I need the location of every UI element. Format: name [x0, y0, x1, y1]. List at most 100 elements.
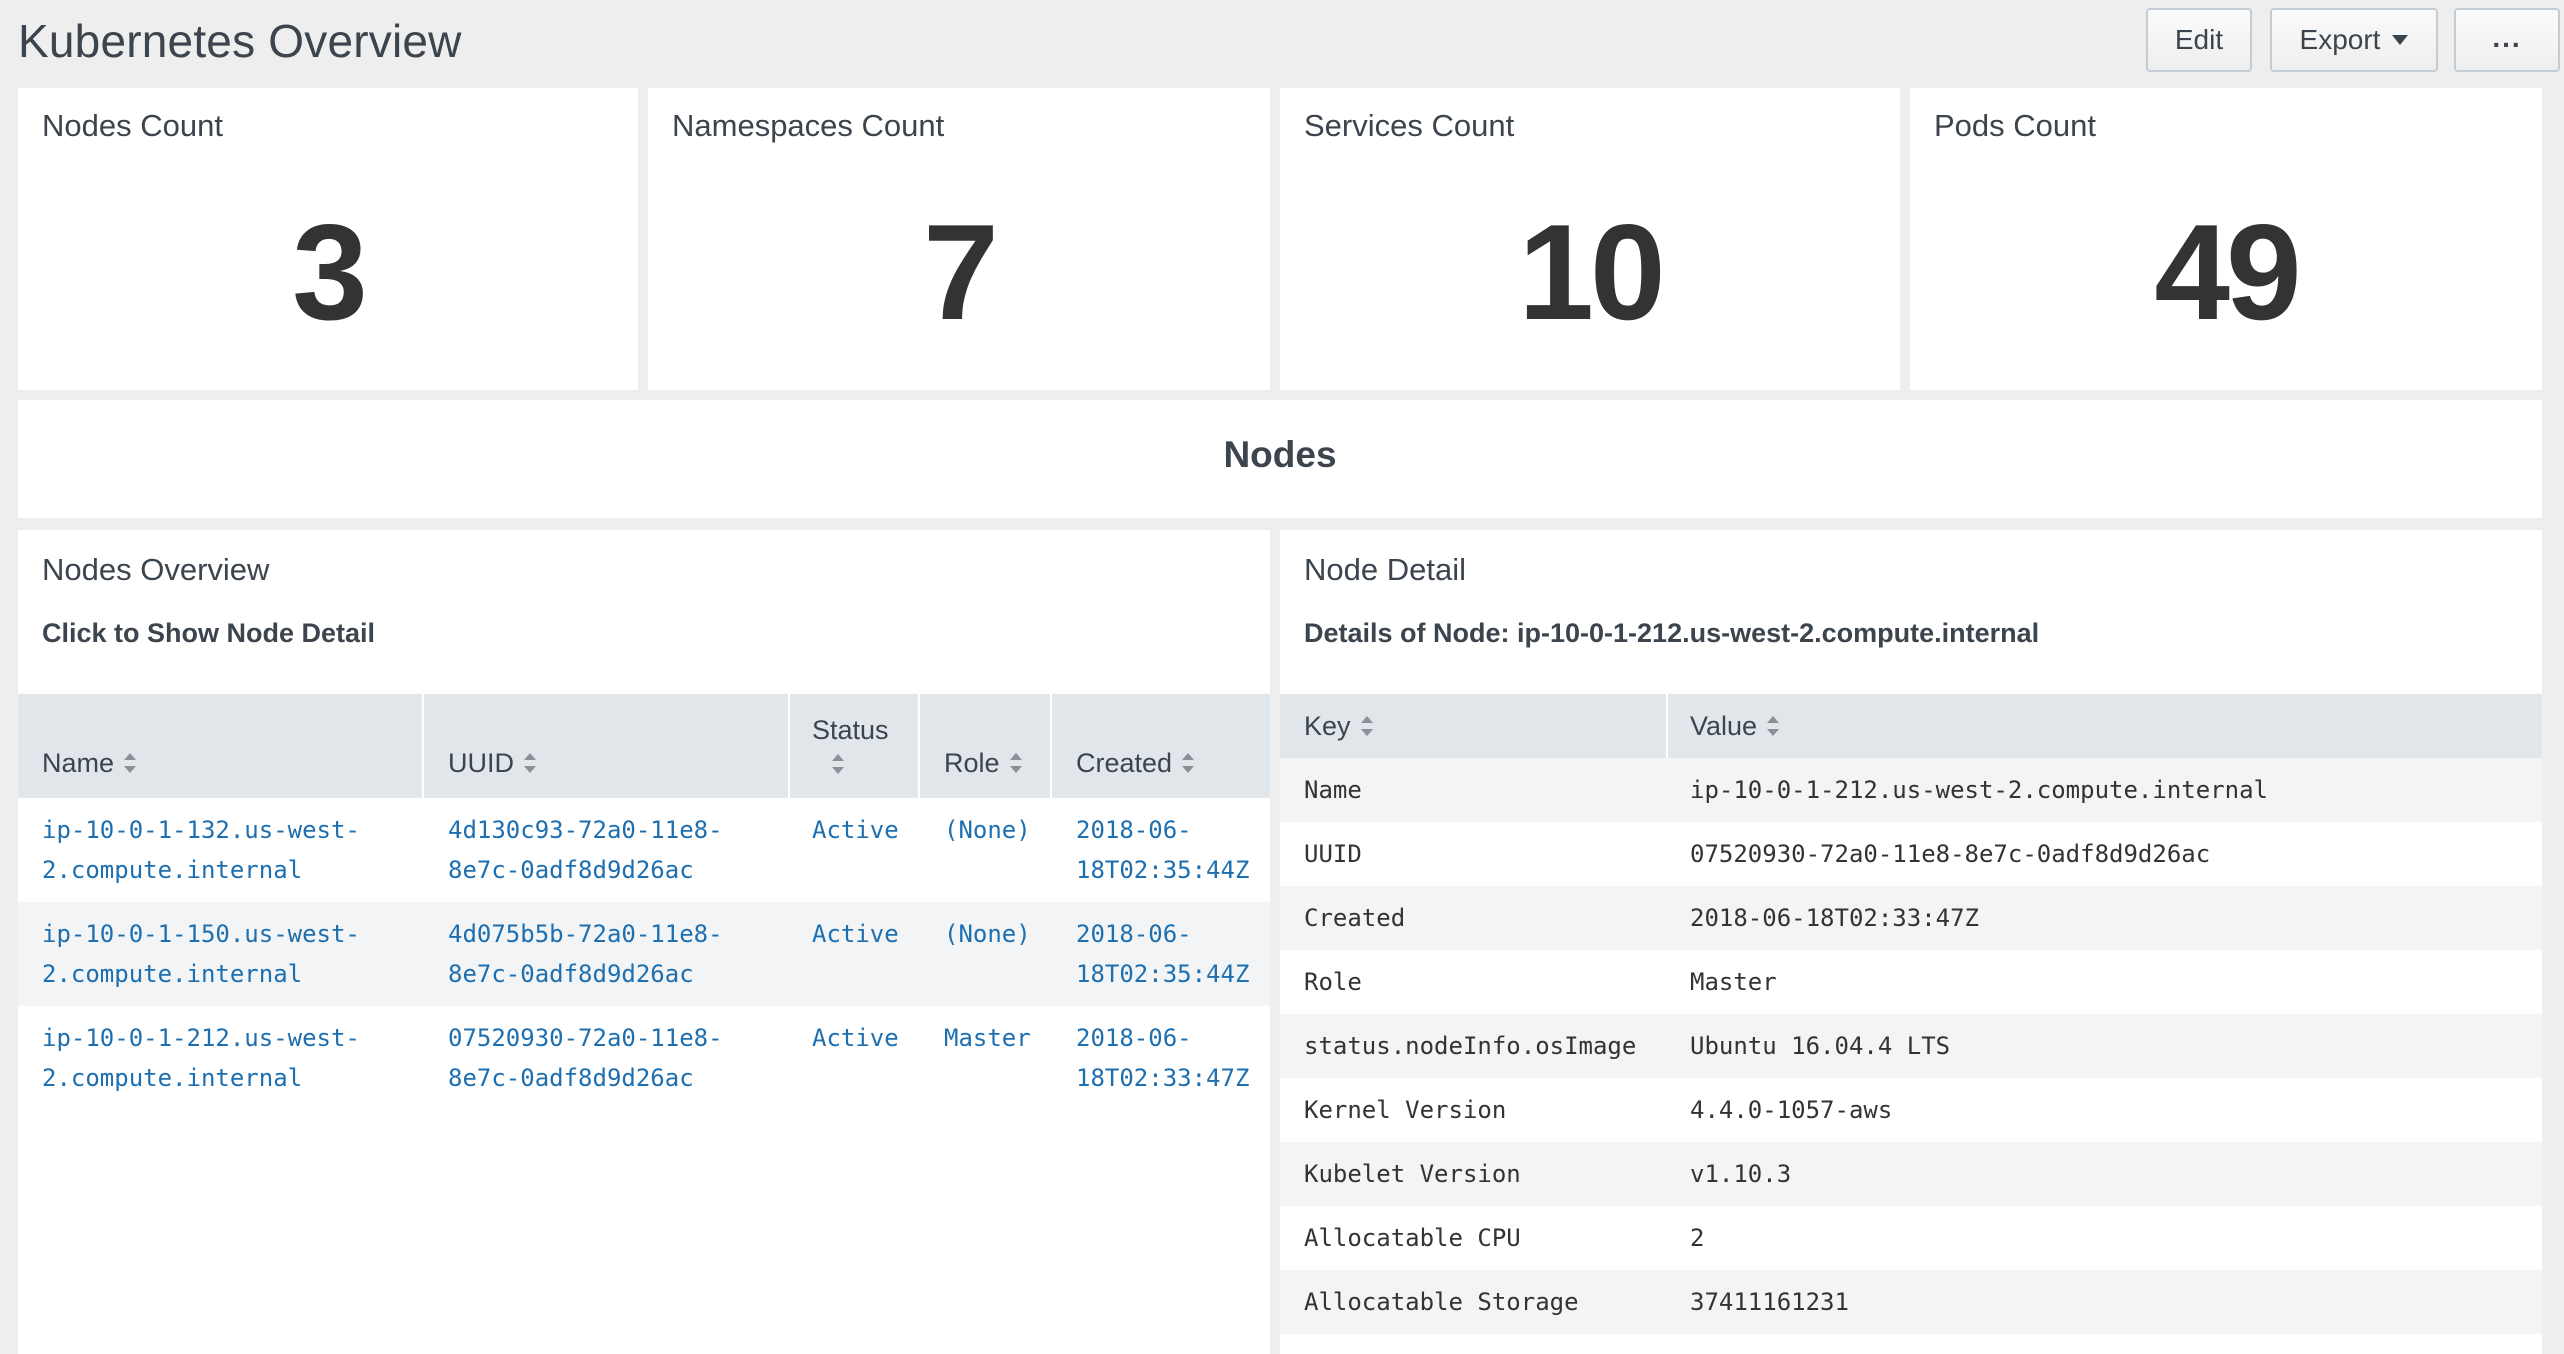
column-header-label: Value [1690, 710, 1758, 741]
column-header-status[interactable]: Status [812, 702, 889, 786]
value-cell: Master [1690, 968, 1777, 996]
single-value[interactable]: 7 [648, 204, 1270, 340]
node-created-cell[interactable]: 2018-06- 18T02:33:47Z [1076, 1018, 1249, 1098]
panel-title: Namespaces Count [672, 108, 945, 143]
value-cell: 4.4.0-1057-aws [1690, 1096, 1893, 1124]
panel-title: Node Detail [1304, 552, 1466, 587]
value-cell: Ubuntu 16.04.4 LTS [1690, 1032, 1951, 1060]
table-row: Kernel Version 4.4.0-1057-aws [1280, 1078, 2542, 1142]
panel-title: Services Count [1304, 108, 1515, 143]
table-row: status.nodeInfo.osImage Ubuntu 16.04.4 L… [1280, 1014, 2542, 1078]
sort-icon [832, 753, 844, 774]
node-uuid-link[interactable]: 07520930-72a0-11e8- 8e7c-0adf8d9d26ac [448, 1018, 723, 1098]
node-uuid-link[interactable]: 4d130c93-72a0-11e8- 8e7c-0adf8d9d26ac [448, 810, 723, 890]
node-detail-panel: Node Detail Details of Node: ip-10-0-1-2… [1280, 530, 2542, 1354]
table-row: Role Master [1280, 950, 2542, 1014]
edit-button[interactable]: Edit [2146, 8, 2252, 72]
panel-subtitle: Details of Node: ip-10-0-1-212.us-west-2… [1304, 618, 2040, 648]
table-row: Kubelet Version v1.10.3 [1280, 1142, 2542, 1206]
nodes-overview-panel: Nodes Overview Click to Show Node Detail… [18, 530, 1270, 1354]
value-cell: 2 [1690, 1224, 1705, 1252]
table-header: Name UUID Status Role Created [18, 694, 1270, 798]
node-uuid-link[interactable]: 4d075b5b-72a0-11e8- 8e7c-0adf8d9d26ac [448, 914, 723, 994]
column-divider [1050, 694, 1052, 798]
nodes-count-panel: Nodes Count 3 [18, 88, 638, 390]
panel-title: Nodes Count [42, 108, 223, 143]
column-header-label: Created [1076, 747, 1173, 778]
dashboard: Kubernetes Overview Edit Export ... Node… [0, 0, 2564, 1354]
caret-down-icon [2392, 35, 2409, 45]
column-header-key[interactable]: Key [1304, 694, 1373, 758]
column-divider [1666, 694, 1668, 758]
column-header-label: Status [812, 714, 889, 745]
export-button-label: Export [2299, 24, 2381, 55]
table-row[interactable]: ip-10-0-1-132.us-west- 2.compute.internal… [18, 798, 1270, 902]
node-name-link[interactable]: ip-10-0-1-150.us-west- 2.compute.internal [42, 914, 360, 994]
key-cell: Kubelet Version [1304, 1160, 1521, 1188]
value-cell: 07520930-72a0-11e8-8e7c-0adf8d9d26ac [1690, 840, 2211, 868]
services-count-panel: Services Count 10 [1280, 88, 1900, 390]
value-cell: v1.10.3 [1690, 1160, 1792, 1188]
table-row: UUID 07520930-72a0-11e8-8e7c-0adf8d9d26a… [1280, 822, 2542, 886]
column-header-label: Key [1304, 710, 1351, 741]
node-created-cell[interactable]: 2018-06- 18T02:35:44Z [1076, 810, 1249, 890]
table-row: Created 2018-06-18T02:33:47Z [1280, 886, 2542, 950]
value-cell: ip-10-0-1-212.us-west-2.compute.internal [1690, 776, 2268, 804]
namespaces-count-panel: Namespaces Count 7 [648, 88, 1270, 390]
node-name-link[interactable]: ip-10-0-1-212.us-west- 2.compute.internal [42, 1018, 360, 1098]
table-header: Key Value [1280, 694, 2542, 758]
pods-count-panel: Pods Count 49 [1910, 88, 2542, 390]
node-role-cell[interactable]: (None) [944, 810, 1031, 850]
column-divider [788, 694, 790, 798]
single-value[interactable]: 10 [1280, 204, 1900, 340]
column-header-name[interactable]: Name [42, 742, 137, 784]
single-value[interactable]: 3 [18, 204, 638, 340]
table-row: Allocatable Storage 37411161231 [1280, 1270, 2542, 1334]
sort-icon [1360, 716, 1373, 736]
panel-title: Pods Count [1934, 108, 2096, 143]
node-created-cell[interactable]: 2018-06- 18T02:35:44Z [1076, 914, 1249, 994]
key-cell: Name [1304, 776, 1362, 804]
column-header-label: Role [944, 747, 1000, 778]
table-row: Allocatable CPU 2 [1280, 1206, 2542, 1270]
value-cell: 37411161231 [1690, 1288, 1849, 1316]
column-header-label: Name [42, 747, 115, 778]
key-cell: Kernel Version [1304, 1096, 1507, 1124]
column-header-uuid[interactable]: UUID [448, 742, 536, 784]
node-status-cell[interactable]: Active [812, 914, 899, 954]
key-cell: Allocatable CPU [1304, 1224, 1521, 1252]
column-header-label: UUID [448, 747, 514, 778]
column-header-value[interactable]: Value [1690, 694, 1780, 758]
export-button[interactable]: Export [2270, 8, 2438, 72]
edit-button-label: Edit [2174, 24, 2224, 55]
column-header-role[interactable]: Role [944, 742, 1022, 784]
column-divider [422, 694, 424, 798]
more-actions-button[interactable]: ... [2454, 8, 2560, 72]
node-status-cell[interactable]: Active [812, 1018, 899, 1058]
section-title: Nodes [1223, 434, 1337, 475]
node-name-link[interactable]: ip-10-0-1-132.us-west- 2.compute.internal [42, 810, 360, 890]
node-role-cell[interactable]: (None) [944, 914, 1031, 954]
panel-subtitle: Click to Show Node Detail [42, 618, 376, 648]
value-cell: 2018-06-18T02:33:47Z [1690, 904, 1979, 932]
column-header-created[interactable]: Created [1076, 742, 1195, 784]
column-divider [918, 694, 920, 798]
key-cell: UUID [1304, 840, 1362, 868]
key-cell: Role [1304, 968, 1362, 996]
node-status-cell[interactable]: Active [812, 810, 899, 850]
nodes-section-panel: Nodes [18, 400, 2542, 518]
more-actions-label: ... [2492, 22, 2522, 53]
key-cell: status.nodeInfo.osImage [1304, 1032, 1637, 1060]
sort-icon [1009, 753, 1022, 773]
key-cell: Created [1304, 904, 1406, 932]
table-row[interactable]: ip-10-0-1-212.us-west- 2.compute.internal… [18, 1006, 1270, 1110]
single-value[interactable]: 49 [1910, 204, 2542, 340]
panel-title: Nodes Overview [42, 552, 270, 587]
sort-icon [1182, 753, 1195, 773]
page-title: Kubernetes Overview [18, 15, 462, 67]
table-row[interactable]: ip-10-0-1-150.us-west- 2.compute.internal… [18, 902, 1270, 1006]
table-row: Name ip-10-0-1-212.us-west-2.compute.int… [1280, 758, 2542, 822]
sort-icon [524, 753, 536, 773]
sort-icon [1767, 716, 1780, 736]
node-role-cell[interactable]: Master [944, 1018, 1031, 1058]
